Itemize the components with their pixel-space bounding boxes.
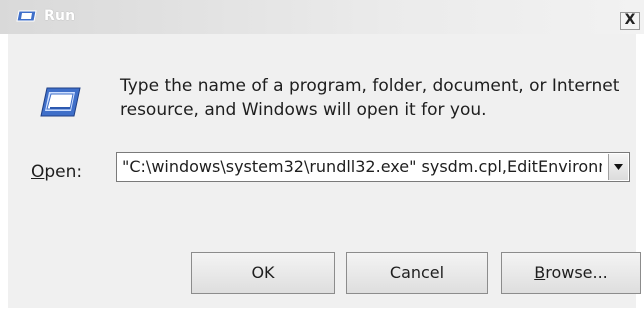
browse-label: rowse... xyxy=(545,263,608,282)
cancel-button[interactable]: Cancel xyxy=(346,252,488,294)
open-label-accelerator: O xyxy=(31,162,45,182)
open-label-text: pen: xyxy=(44,162,83,182)
browse-accelerator: B xyxy=(534,263,546,282)
dialog-body: Type the name of a program, folder, docu… xyxy=(8,34,641,308)
run-icon xyxy=(40,87,81,117)
run-icon xyxy=(16,10,37,22)
window-title: Run xyxy=(44,8,76,24)
ok-button[interactable]: OK xyxy=(191,252,335,294)
title-bar[interactable]: Run X xyxy=(0,0,644,34)
close-button[interactable]: X xyxy=(620,12,640,30)
instruction-line-2: resource, and Windows will open it for y… xyxy=(120,100,487,120)
instruction-line-1: Type the name of a program, folder, docu… xyxy=(120,76,620,96)
chevron-down-icon xyxy=(614,164,623,170)
open-label: Open: xyxy=(31,162,82,182)
browse-button[interactable]: Browse... xyxy=(501,252,641,294)
dropdown-button[interactable] xyxy=(608,154,628,180)
open-combobox[interactable] xyxy=(116,152,630,182)
run-dialog: Run X Type the name of a program, folder… xyxy=(0,0,644,312)
instruction-text: Type the name of a program, folder, docu… xyxy=(120,74,630,122)
open-input[interactable] xyxy=(122,157,602,177)
